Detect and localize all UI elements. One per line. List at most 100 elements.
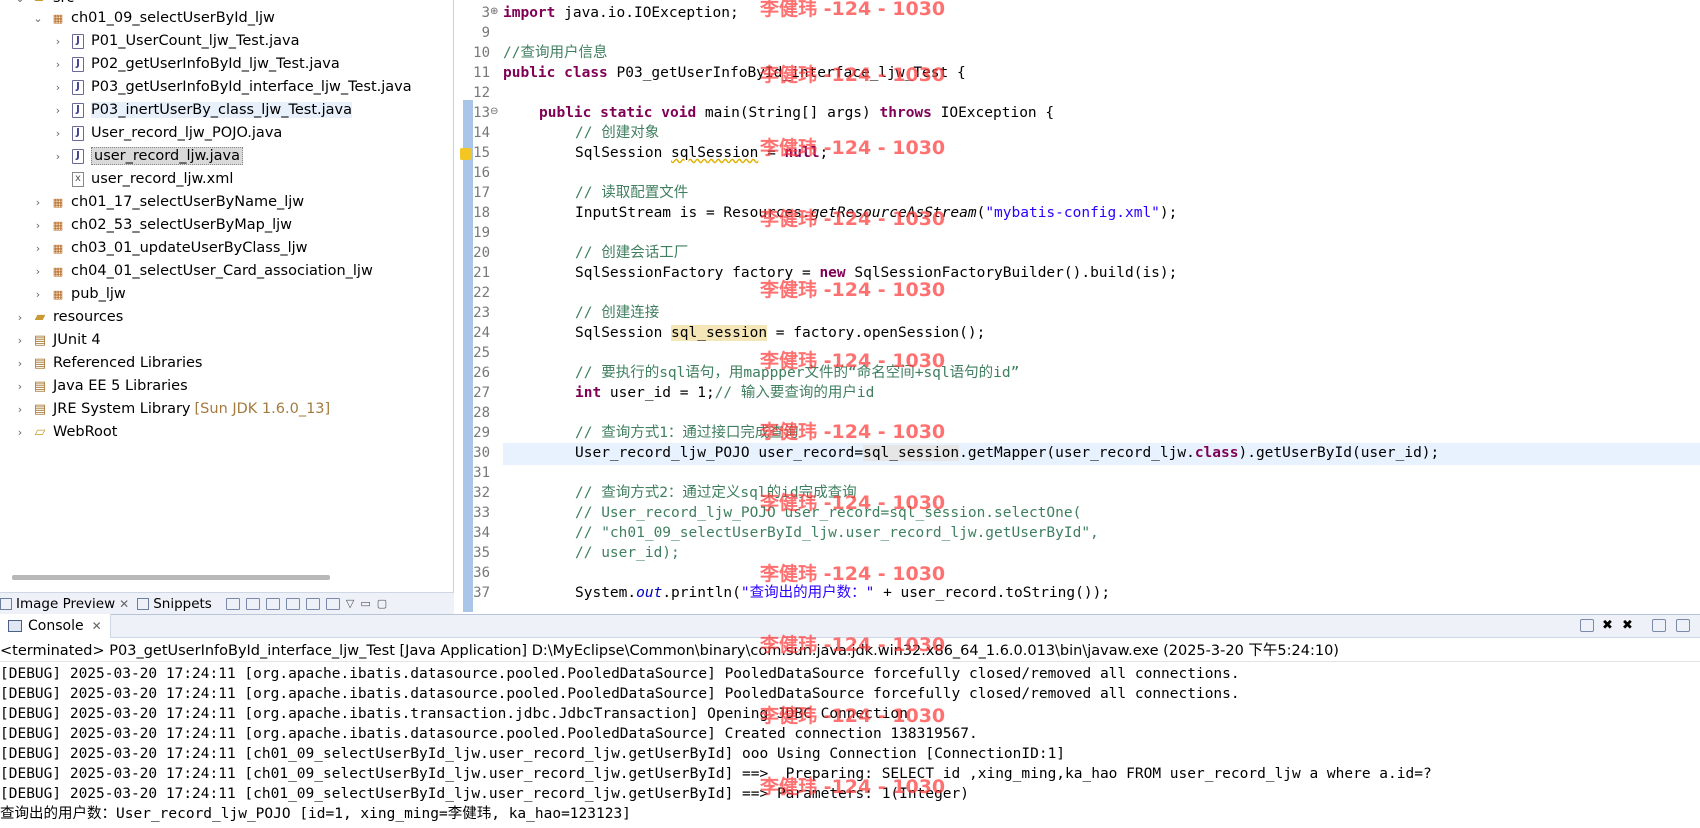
line-number: 30 [473,445,490,461]
tree-item-library[interactable]: › ▤ JRE System Library [Sun JDK 1.6.0_13… [14,398,330,420]
tree-item-java-file[interactable]: › J P03_getUserInfoById_interface_ljw_Te… [52,76,412,98]
chevron-right-icon[interactable]: › [14,380,26,393]
chevron-down-icon[interactable]: ⌄ [14,0,26,5]
tree-item-label: ch04_01_selectUser_Card_association_ljw [71,263,373,279]
scroll-lock-icon[interactable] [1676,619,1690,632]
terminate-icon[interactable] [1580,619,1594,632]
tab-console[interactable]: Console ✕ [0,614,111,638]
tree-item-package[interactable]: › ▦ ch01_17_selectUserByName_ljw [32,191,304,213]
code-line: int user_id = 1;// 输入要查询的用户id [575,383,874,403]
minimize-icon[interactable]: ▭ [360,597,370,610]
chevron-right-icon[interactable]: › [14,311,26,324]
code-text: ).getUserById(user_id); [1238,445,1440,461]
chevron-right-icon[interactable]: › [52,81,64,94]
folder-icon: ▰ [34,309,46,325]
tab-image-preview[interactable]: Image Preview ✕ [0,596,137,612]
tree-item-java-file[interactable]: › J User_record_ljw_POJO.java [52,122,283,144]
toolbar-icon[interactable] [325,597,340,610]
code-comment: // user_id); [575,545,680,561]
code-text: IOException { [931,105,1055,121]
chevron-right-icon[interactable]: › [52,150,64,163]
line-number: 3 [481,5,490,21]
line-number: 23 [473,305,490,321]
tab-label: Snippets [153,595,212,612]
horizontal-scrollbar[interactable] [12,575,330,580]
toolbar-icon[interactable] [305,597,320,610]
tree-item-label: P03_inertUserBy_class_ljw_Test.java [91,102,353,118]
tree-item-java-file[interactable]: › J P01_UserCount_ljw_Test.java [52,30,300,52]
chevron-down-icon[interactable]: ⌄ [32,12,44,25]
toolbar-icon[interactable] [225,597,240,610]
tree-item-package[interactable]: › ▦ ch04_01_selectUser_Card_association_… [32,260,373,282]
chevron-right-icon[interactable]: › [32,242,44,255]
chevron-right-icon[interactable]: › [14,334,26,347]
static-field: out [636,585,663,601]
code-text: user_id = 1; [601,385,715,401]
tree-item-package[interactable]: › ▦ pub_ljw [32,283,126,305]
code-line: SqlSessionFactory factory = new SqlSessi… [575,263,1177,283]
tree-item-library[interactable]: › ▤ JUnit 4 [14,329,101,351]
code-text: SqlSession [575,325,672,341]
tab-snippets[interactable]: Snippets [137,596,220,612]
line-number: 19 [473,225,490,241]
zoom-out-icon[interactable] [265,597,280,610]
tree-item-package[interactable]: › ▦ ch03_01_updateUserByClass_ljw [32,237,308,259]
code-text: System. [575,585,637,601]
maximize-icon[interactable]: ▢ [377,597,387,610]
folder-icon: ▱ [34,424,46,440]
fold-collapse-icon[interactable]: ⊖ [490,106,498,117]
toolbar-icon[interactable] [245,597,260,610]
view-menu-icon[interactable]: ▽ [346,597,354,610]
tree-item-package[interactable]: › ▦ ch02_53_selectUserByMap_ljw [32,214,292,236]
chevron-right-icon[interactable]: › [52,58,64,71]
remove-all-icon[interactable]: ✖ [1622,619,1636,632]
tree-item-java-file[interactable]: › J P03_inertUserBy_class_ljw_Test.java [52,99,353,121]
line-number: 20 [473,245,490,261]
package-icon: ▦ [52,218,64,232]
remove-launch-icon[interactable]: ✖ [1602,619,1616,632]
tree-item-library[interactable]: › ▤ Referenced Libraries [14,352,203,374]
line-number: 15 [473,145,490,161]
code-editor[interactable]: 3 ⊕ 9 10 11 12 13 ⊖ 14 15 16 17 18 19 20… [460,0,1700,612]
code-comment: // 查询方式1：通过接口完成查询 [575,425,799,441]
chevron-right-icon[interactable]: › [32,288,44,301]
package-icon: ▦ [52,195,64,209]
tree-item-label: user_record_ljw.java [91,147,244,165]
line-number: 27 [473,385,490,401]
chevron-right-icon[interactable]: › [32,219,44,232]
fold-expand-icon[interactable]: ⊕ [490,6,498,17]
code-comment: // 读取配置文件 [575,185,689,201]
clear-console-icon[interactable] [1652,619,1666,632]
chevron-right-icon[interactable]: › [32,265,44,278]
tree-item-resources[interactable]: › ▰ resources [14,306,123,328]
code-line-current: User_record_ljw_POJO user_record=sql_ses… [575,443,1439,463]
keyword: public [539,105,592,121]
chevron-right-icon[interactable]: › [52,104,64,117]
keyword: new [819,265,846,281]
chevron-right-icon[interactable]: › [52,35,64,48]
tree-item-webroot[interactable]: › ▱ WebRoot [14,421,118,443]
console-line: [DEBUG] 2025-03-20 17:24:11 [ch01_09_sel… [0,786,970,802]
chevron-right-icon[interactable]: › [32,196,44,209]
chevron-right-icon[interactable]: › [14,403,26,416]
package-icon: ▦ [52,287,64,301]
tree-item-java-file[interactable]: › J P02_getUserInfoById_ljw_Test.java [52,53,340,75]
close-icon[interactable]: ✕ [92,619,102,633]
code-text: = [758,145,785,161]
source-folder-icon: ▰ [32,0,48,6]
tree-item-package[interactable]: ⌄ ▦ ch01_09_selectUserById_ljw [32,7,274,29]
code-line: SqlSession sqlSession = null; [575,143,828,163]
close-icon[interactable]: ✕ [119,597,129,611]
tree-item-xml-file[interactable]: x user_record_ljw.xml [52,168,233,190]
line-number: 17 [473,185,490,201]
tree-item-java-file-selected[interactable]: › J user_record_ljw.java [52,145,244,167]
keyword: throws [879,105,932,121]
tree-item-library[interactable]: › ▤ Java EE 5 Libraries [14,375,188,397]
code-text: = factory.openSession(); [767,325,986,341]
line-number: 36 [473,565,490,581]
zoom-in-icon[interactable] [285,597,300,610]
code-text: User_record_ljw_POJO user_record= [575,445,864,461]
chevron-right-icon[interactable]: › [14,426,26,439]
chevron-right-icon[interactable]: › [14,357,26,370]
chevron-right-icon[interactable]: › [52,127,64,140]
